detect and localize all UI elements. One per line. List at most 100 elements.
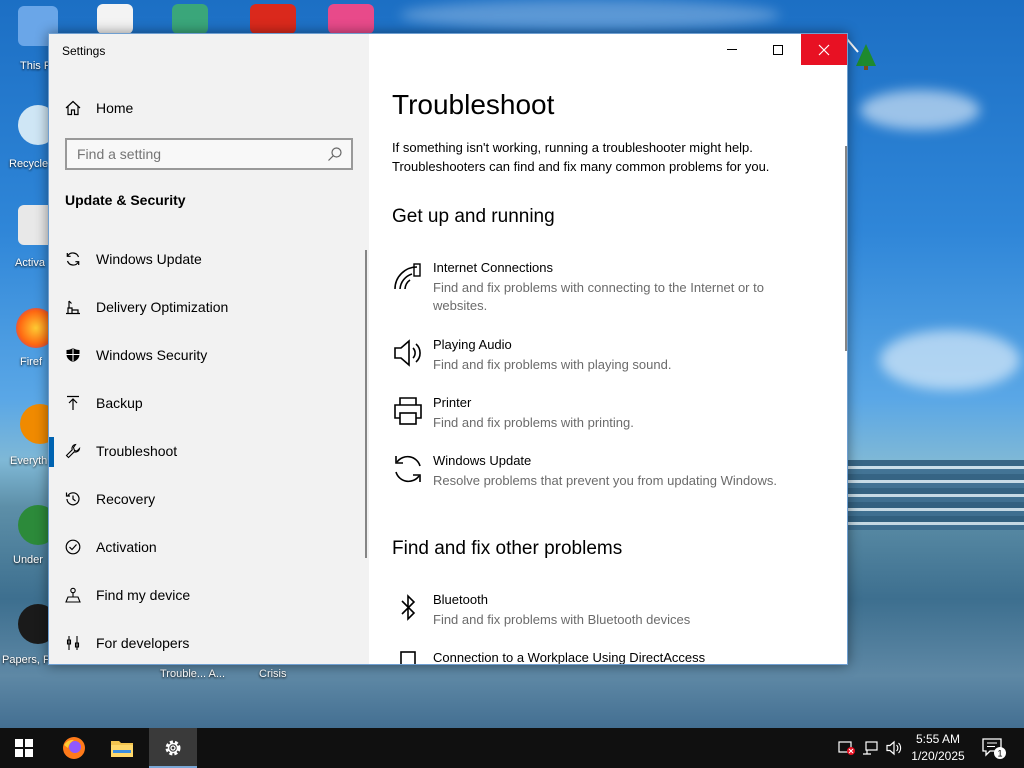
sidebar-item-windows-security[interactable]: Windows Security — [49, 331, 369, 379]
desktop-label-activate: Activa — [15, 257, 45, 269]
sidebar-scrollbar[interactable] — [365, 250, 367, 558]
desktop-label-recycle: Recycle — [9, 158, 49, 170]
notification-count: 1 — [997, 749, 1002, 759]
desktop-label-papers: Papers, P — [2, 654, 51, 666]
bluetooth-icon — [401, 594, 416, 621]
wrench-icon — [65, 443, 81, 459]
minimize-icon — [727, 49, 737, 50]
printer-icon — [394, 397, 422, 425]
action-center-button[interactable]: 1 — [974, 728, 1014, 768]
maximize-icon — [773, 44, 783, 55]
sync-icon — [395, 455, 421, 483]
troubleshooter-desc: Resolve problems that prevent you from u… — [433, 473, 777, 488]
recovery-icon — [65, 492, 80, 506]
page-title: Troubleshoot — [392, 89, 555, 120]
sidebar-item-label: For developers — [96, 635, 190, 651]
sidebar-nav: Windows Update Delivery Optimization Win… — [49, 235, 369, 667]
troubleshooter-playing-audio[interactable]: Playing Audio Find and fix problems with… — [392, 337, 822, 377]
sidebar-item-find-my-device[interactable]: Find my device — [49, 571, 369, 619]
sidebar-item-recovery[interactable]: Recovery — [49, 475, 369, 523]
desktop-app-icon[interactable] — [328, 4, 374, 34]
group-title-get-up-and-running: Get up and running — [392, 206, 555, 227]
sidebar-item-label: Find my device — [96, 587, 191, 603]
troubleshooter-name: Printer — [433, 395, 472, 410]
home-nav[interactable]: Home — [65, 96, 133, 120]
desktop-app-icon[interactable] — [250, 4, 296, 34]
network-tray-icon[interactable] — [862, 740, 880, 756]
desktop-label-everything: Everyth — [10, 455, 48, 467]
home-label: Home — [96, 100, 134, 116]
taskbar-settings[interactable] — [149, 728, 197, 768]
desktop-label-trouble: Trouble... A... — [160, 668, 226, 680]
sync-icon — [66, 252, 80, 266]
check-circle-icon — [65, 539, 81, 555]
sidebar-item-troubleshoot[interactable]: Troubleshoot — [49, 427, 369, 475]
troubleshooter-desc: Find and fix problems with playing sound… — [433, 357, 672, 372]
sidebar-item-label: Windows Update — [96, 251, 202, 267]
settings-window: Settings Home Update & Security Windows … — [48, 33, 848, 665]
desktop-label-this-pc: This P — [20, 60, 52, 72]
sidebar-item-label: Backup — [96, 395, 143, 411]
troubleshooter-windows-update[interactable]: Windows Update Resolve problems that pre… — [392, 453, 822, 493]
speaker-icon — [394, 339, 421, 367]
sidebar-item-label: Activation — [96, 539, 157, 555]
troubleshooter-name: Bluetooth — [433, 592, 488, 607]
sidebar-item-label: Delivery Optimization — [96, 299, 229, 315]
troubleshooter-internet-connections[interactable]: Internet Connections Find and fix proble… — [392, 260, 822, 316]
close-icon — [818, 44, 830, 55]
window-title: Settings — [62, 44, 106, 58]
workplace-device-icon — [400, 651, 416, 664]
window-controls — [709, 34, 847, 65]
troubleshooter-name: Windows Update — [433, 453, 532, 468]
taskbar-file-explorer[interactable] — [98, 728, 146, 768]
search-icon[interactable] — [327, 146, 343, 162]
clock-time: 5:55 AM — [915, 732, 961, 746]
sidebar-item-delivery-optimization[interactable]: Delivery Optimization — [49, 283, 369, 331]
desktop-label-firefox: Firef — [20, 356, 42, 368]
security-alert-icon[interactable] — [838, 740, 856, 756]
section-title: Update & Security — [65, 192, 186, 208]
troubleshooter-name: Internet Connections — [433, 260, 553, 275]
group-title-find-and-fix-other-problems: Find and fix other problems — [392, 538, 623, 559]
backup-arrow-icon — [67, 395, 79, 410]
developer-icon — [66, 636, 80, 650]
troubleshooter-printer[interactable]: Printer Find and fix problems with print… — [392, 395, 822, 435]
minimize-button[interactable] — [709, 34, 755, 65]
sidebar-item-activation[interactable]: Activation — [49, 523, 369, 571]
sidebar-item-label: Recovery — [96, 491, 156, 507]
sidebar-item-backup[interactable]: Backup — [49, 379, 369, 427]
close-button[interactable] — [801, 34, 847, 65]
main-content: Troubleshoot If something isn't working,… — [369, 34, 847, 664]
sidebar-item-windows-update[interactable]: Windows Update — [49, 235, 369, 283]
maximize-button[interactable] — [755, 34, 801, 65]
troubleshooter-desc: Find and fix problems with Bluetooth dev… — [433, 612, 691, 627]
cloud — [400, 0, 780, 30]
start-button[interactable] — [0, 728, 48, 768]
sidebar-item-for-developers[interactable]: For developers — [49, 619, 369, 667]
search-input[interactable] — [67, 146, 317, 162]
sea-waves — [840, 460, 1024, 530]
delivery-icon — [66, 300, 80, 315]
taskbar-clock[interactable]: 5:55 AM 1/20/2025 — [900, 731, 976, 765]
christmas-tree-cursor-icon — [846, 38, 876, 70]
firefox-icon — [63, 737, 85, 759]
windows-logo-icon — [15, 739, 33, 757]
shield-icon — [66, 348, 80, 362]
system-tray — [838, 728, 904, 768]
home-icon — [65, 100, 81, 116]
troubleshooter-directaccess[interactable]: Connection to a Workplace Using DirectAc… — [392, 650, 822, 664]
content-scrollbar[interactable] — [845, 146, 847, 351]
troubleshooter-desc: Find and fix problems with connecting to… — [433, 280, 764, 313]
cloud — [860, 90, 980, 130]
notification-icon: 1 — [982, 738, 1006, 759]
troubleshooter-bluetooth[interactable]: Bluetooth Find and fix problems with Blu… — [392, 592, 822, 632]
taskbar: 5:55 AM 1/20/2025 1 — [0, 728, 1024, 768]
desktop-app-icon[interactable] — [172, 4, 208, 34]
folder-icon — [111, 741, 133, 757]
sidebar-item-label: Troubleshoot — [96, 443, 178, 459]
intro-text: If something isn't working, running a tr… — [392, 140, 770, 174]
desktop-app-icon[interactable] — [97, 4, 133, 34]
search-box[interactable] — [65, 138, 353, 170]
taskbar-firefox[interactable] — [50, 728, 98, 768]
clock-date: 1/20/2025 — [911, 749, 965, 763]
